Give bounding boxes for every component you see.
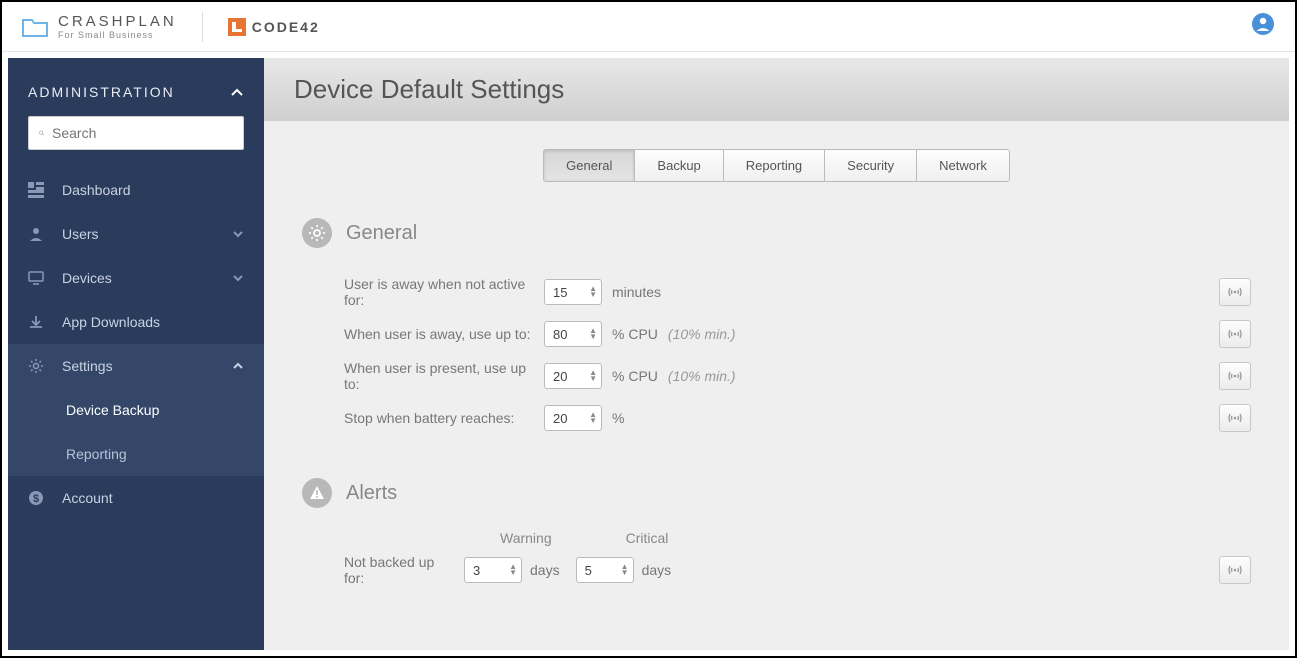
tab-security[interactable]: Security: [824, 149, 917, 182]
chevron-down-icon: [232, 274, 244, 282]
stepper-arrows-icon[interactable]: ▲▼: [589, 412, 597, 424]
sidebar-item-label: App Downloads: [62, 314, 160, 330]
sidebar: ADMINISTRATION Dashboard Users Devices A…: [8, 58, 264, 650]
broadcast-button[interactable]: [1219, 404, 1251, 432]
alerts-column-headers: Warning Critical: [344, 530, 1251, 546]
crashplan-tagline: For Small Business: [58, 31, 177, 40]
search-icon: [39, 126, 44, 140]
sidebar-item-devices[interactable]: Devices: [8, 256, 264, 300]
not-backed-label: Not backed up for:: [344, 554, 456, 586]
row-not-backed-up: Not backed up for: 3 ▲▼ days 5 ▲▼ days: [302, 554, 1251, 586]
cpu-away-suffix: % CPU: [612, 326, 658, 342]
broadcast-button[interactable]: [1219, 278, 1251, 306]
row-away-time: User is away when not active for: 15 ▲▼ …: [302, 270, 1251, 314]
search-input-wrapper[interactable]: [28, 116, 244, 150]
critical-suffix: days: [642, 562, 672, 578]
cpu-away-stepper[interactable]: 80 ▲▼: [544, 321, 602, 347]
cpu-present-hint: (10% min.): [668, 368, 736, 384]
col-warning: Warning: [500, 530, 552, 546]
tab-backup[interactable]: Backup: [634, 149, 723, 182]
cpu-away-label: When user is away, use up to:: [344, 326, 534, 342]
broadcast-button[interactable]: [1219, 320, 1251, 348]
header-divider: [202, 12, 203, 42]
sidebar-item-label: Devices: [62, 270, 112, 286]
stepper-arrows-icon[interactable]: ▲▼: [509, 564, 517, 576]
chevron-up-icon: [230, 87, 244, 97]
sidebar-item-downloads[interactable]: App Downloads: [8, 300, 264, 344]
tab-network[interactable]: Network: [916, 149, 1010, 182]
away-label: User is away when not active for:: [344, 276, 534, 308]
sidebar-item-label: Dashboard: [62, 182, 131, 198]
crashplan-logo: CRASHPLAN For Small Business: [22, 14, 177, 40]
monitor-icon: [28, 270, 44, 286]
away-minutes-stepper[interactable]: 15 ▲▼: [544, 279, 602, 305]
sidebar-item-settings[interactable]: Settings: [8, 344, 264, 388]
warning-days-stepper[interactable]: 3 ▲▼: [464, 557, 522, 583]
sidebar-heading[interactable]: ADMINISTRATION: [8, 72, 264, 116]
sidebar-item-label: Settings: [62, 358, 113, 374]
gear-icon: [28, 358, 44, 374]
broadcast-button[interactable]: [1219, 556, 1251, 584]
warning-suffix: days: [530, 562, 560, 578]
subnav-device-backup[interactable]: Device Backup: [8, 388, 264, 432]
crashplan-name: CRASHPLAN: [58, 14, 177, 29]
battery-label: Stop when battery reaches:: [344, 410, 534, 426]
row-battery: Stop when battery reaches: 20 ▲▼ %: [302, 398, 1251, 438]
alert-icon: [302, 478, 332, 508]
battery-stepper[interactable]: 20 ▲▼: [544, 405, 602, 431]
subnav-reporting[interactable]: Reporting: [8, 432, 264, 476]
sidebar-item-dashboard[interactable]: Dashboard: [8, 168, 264, 212]
svg-text:$: $: [33, 493, 39, 505]
page-title: Device Default Settings: [264, 58, 1289, 121]
code42-logo: CODE42: [228, 18, 320, 36]
folder-icon: [22, 16, 48, 38]
sidebar-item-label: Users: [62, 226, 99, 242]
stepper-arrows-icon[interactable]: ▲▼: [621, 564, 629, 576]
stepper-arrows-icon[interactable]: ▲▼: [589, 370, 597, 382]
tab-reporting[interactable]: Reporting: [723, 149, 825, 182]
row-cpu-away: When user is away, use up to: 80 ▲▼ % CP…: [302, 314, 1251, 354]
sidebar-item-account[interactable]: $ Account: [8, 476, 264, 520]
alerts-section: Alerts Warning Critical Not backed up fo…: [264, 478, 1289, 586]
download-icon: [28, 314, 44, 330]
cpu-away-hint: (10% min.): [668, 326, 736, 342]
stepper-arrows-icon[interactable]: ▲▼: [589, 328, 597, 340]
critical-days-stepper[interactable]: 5 ▲▼: [576, 557, 634, 583]
dashboard-icon: [28, 182, 44, 198]
chevron-down-icon: [232, 230, 244, 238]
search-input[interactable]: [52, 125, 233, 141]
row-cpu-present: When user is present, use up to: 20 ▲▼ %…: [302, 354, 1251, 398]
col-critical: Critical: [626, 530, 669, 546]
app-header: CRASHPLAN For Small Business CODE42: [2, 2, 1295, 52]
general-title: General: [346, 222, 417, 245]
code42-icon: [228, 18, 246, 36]
broadcast-button[interactable]: [1219, 362, 1251, 390]
alerts-title: Alerts: [346, 482, 397, 505]
cpu-present-label: When user is present, use up to:: [344, 360, 534, 392]
code42-name: CODE42: [252, 19, 320, 35]
main-content: Device Default Settings General Backup R…: [264, 58, 1289, 650]
gear-icon: [302, 218, 332, 248]
user-icon: [28, 226, 44, 242]
tab-bar: General Backup Reporting Security Networ…: [264, 149, 1289, 182]
chevron-up-icon: [232, 362, 244, 370]
settings-subnav: Device Backup Reporting: [8, 388, 264, 476]
stepper-arrows-icon[interactable]: ▲▼: [589, 286, 597, 298]
cpu-present-suffix: % CPU: [612, 368, 658, 384]
battery-suffix: %: [612, 410, 624, 426]
general-section: General User is away when not active for…: [264, 218, 1289, 438]
sidebar-title: ADMINISTRATION: [28, 84, 175, 100]
sidebar-item-users[interactable]: Users: [8, 212, 264, 256]
tab-general[interactable]: General: [543, 149, 635, 182]
dollar-icon: $: [28, 490, 44, 506]
away-suffix: minutes: [612, 284, 661, 300]
cpu-present-stepper[interactable]: 20 ▲▼: [544, 363, 602, 389]
user-account-icon[interactable]: [1251, 12, 1275, 36]
sidebar-item-label: Account: [62, 490, 113, 506]
